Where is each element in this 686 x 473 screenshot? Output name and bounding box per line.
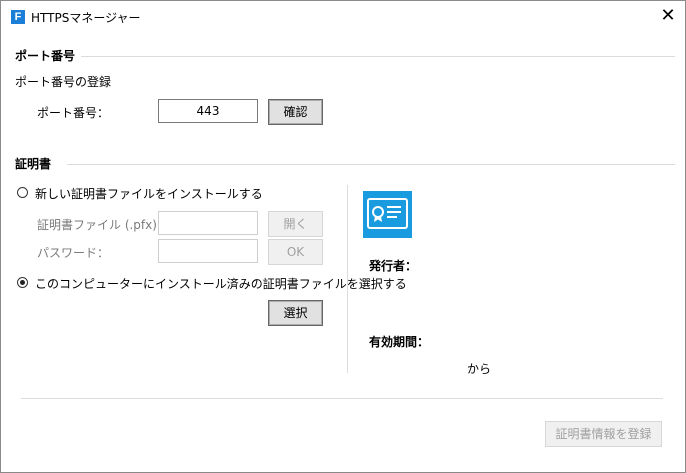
port-section-divider — [81, 56, 675, 57]
password-label: パスワード： — [37, 246, 110, 260]
https-manager-window: F HTTPSマネージャー ✕ ポート番号 ポート番号の登録 ポート番号： 44… — [0, 0, 686, 473]
select-installed-cert-radio[interactable] — [17, 277, 28, 288]
open-file-button[interactable]: 開く — [268, 211, 323, 237]
install-new-cert-label[interactable]: 新しい証明書ファイルをインストールする — [35, 185, 263, 202]
register-cert-info-button[interactable]: 証明書情報を登録 — [545, 421, 662, 447]
select-cert-button[interactable]: 選択 — [268, 300, 323, 326]
port-number-input[interactable]: 443 — [158, 99, 258, 123]
cert-panel-divider — [347, 185, 348, 373]
select-installed-cert-label[interactable]: このコンピューターにインストール済みの証明書ファイルを選択する — [35, 275, 407, 292]
validity-from-text: から — [467, 362, 492, 376]
cert-file-label: 証明書ファイル (.pfx)： — [37, 218, 169, 232]
radio-selected-dot — [20, 280, 25, 285]
port-registration-subtitle: ポート番号の登録 — [15, 75, 112, 89]
certificate-icon — [363, 191, 412, 238]
cert-file-input[interactable] — [158, 211, 258, 235]
certificate-section-title: 証明書 — [15, 157, 52, 171]
close-button[interactable]: ✕ — [651, 1, 685, 31]
password-input[interactable] — [158, 239, 258, 263]
validity-label: 有効期間： — [369, 335, 430, 349]
install-new-cert-radio[interactable] — [17, 187, 28, 198]
app-icon: F — [11, 10, 25, 24]
window-title: HTTPSマネージャー — [31, 11, 141, 25]
ok-button[interactable]: OK — [268, 239, 323, 265]
port-section-title: ポート番号 — [15, 49, 76, 63]
footer-divider — [21, 398, 663, 399]
port-number-label: ポート番号： — [37, 106, 110, 120]
certificate-section-divider — [67, 164, 675, 165]
issuer-label: 発行者： — [369, 259, 418, 273]
title-bar: F HTTPSマネージャー ✕ — [1, 1, 685, 31]
confirm-port-button[interactable]: 確認 — [268, 99, 323, 125]
